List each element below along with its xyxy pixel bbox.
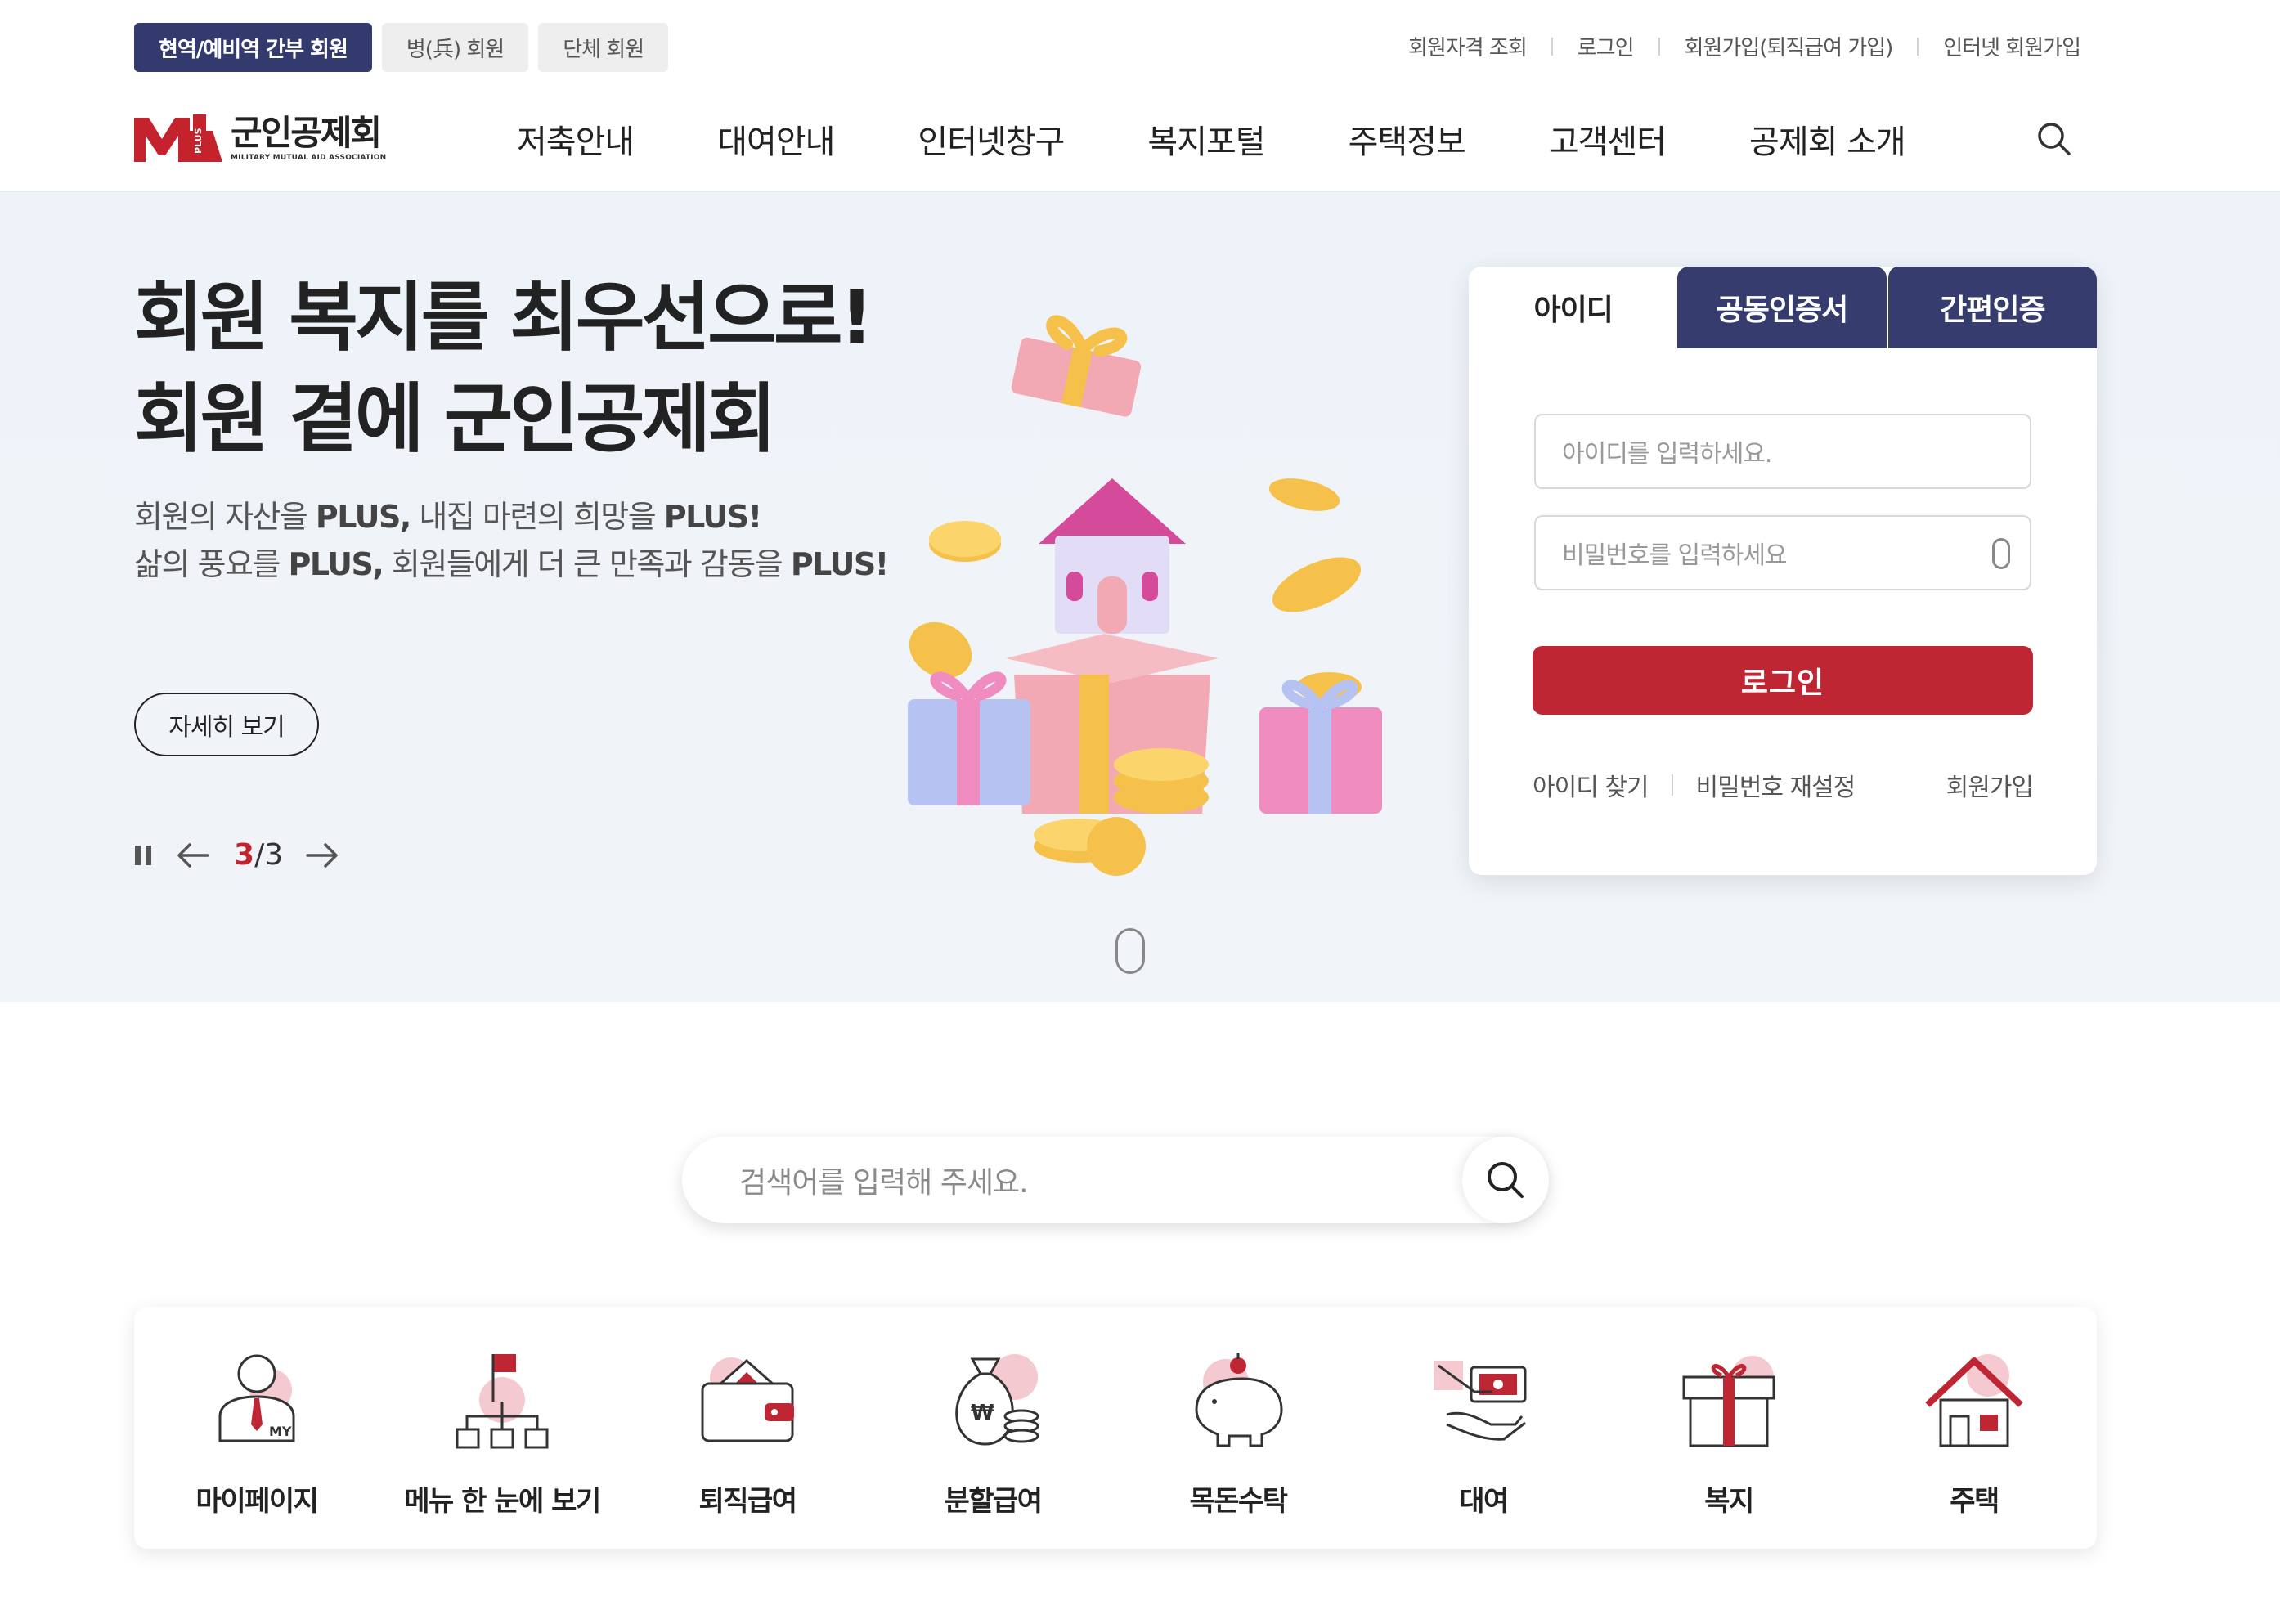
slide-pager: 3/3 (234, 838, 284, 872)
site-logo[interactable]: PLUS 군인공제회 MILITARY MUTUAL AID ASSOCIATI… (134, 114, 386, 162)
nav-about[interactable]: 공제회 소개 (1749, 114, 1906, 164)
nav-savings[interactable]: 저축안내 (517, 114, 635, 164)
password-placeholder: 비밀번호를 입력하세요 (1562, 541, 1788, 570)
member-tab-soldier[interactable]: 병(兵) 회원 (381, 23, 529, 72)
quick-item-loan[interactable]: 대여 (1361, 1307, 1606, 1549)
find-id-link[interactable]: 아이디 찾기 (1533, 767, 1649, 803)
house-icon (1925, 1354, 2023, 1447)
quick-label: 분할급여 (944, 1485, 1043, 1518)
login-panel: 아이디 공동인증서 간편인증 아이디를 입력하세요. 비밀번호를 입력하세요 로… (1469, 267, 2097, 875)
site-search[interactable]: 검색어를 입력해 주세요. (682, 1137, 1549, 1223)
password-input[interactable]: 비밀번호를 입력하세요 (1534, 515, 2031, 590)
pager-total: 3 (264, 838, 284, 872)
sitemap-icon (456, 1354, 549, 1449)
money-bag-icon: ₩ (955, 1354, 1039, 1446)
quick-item-installment[interactable]: ₩ 분할급여 (870, 1307, 1115, 1549)
tab-id-login[interactable]: 아이디 (1469, 267, 1678, 348)
member-tab-officer[interactable]: 현역/예비역 간부 회원 (134, 23, 372, 72)
membership-check-link[interactable]: 회원자격 조회 (1408, 31, 1528, 61)
svg-text:PLUS: PLUS (193, 128, 204, 154)
logo-name: 군인공제회 (231, 112, 382, 153)
internet-join-link[interactable]: 인터넷 회원가입 (1943, 31, 2081, 61)
pager-current: 3 (234, 838, 255, 872)
hero-sub-text: 삶의 풍요를 (134, 546, 289, 582)
search-button[interactable] (1462, 1137, 1549, 1223)
nav-loans[interactable]: 대여안내 (717, 114, 835, 164)
tab-simple-auth[interactable]: 간편인증 (1886, 267, 2097, 348)
quick-item-mypage[interactable]: MY 마이페이지 (134, 1307, 379, 1549)
loan-hand-icon (1434, 1361, 1527, 1441)
quick-label: 대여 (1459, 1485, 1509, 1518)
nav-welfare-portal[interactable]: 복지포털 (1147, 114, 1265, 164)
login-button[interactable]: 로그인 (1533, 646, 2033, 715)
search-icon (1488, 1162, 1524, 1198)
hero-title-bold-2: 군인공제회 (443, 375, 777, 463)
hero-subtitle: 회원의 자산을 PLUS, 내집 마련의 희망을 PLUS! 삶의 풍요를 PL… (134, 493, 889, 588)
svg-text:₩: ₩ (971, 1401, 994, 1425)
hero-title-rest-2: 회원 곁에 (134, 375, 444, 463)
slider-controls: 3/3 (132, 838, 340, 872)
scroll-down-icon[interactable] (1115, 928, 1145, 974)
login-link[interactable]: 로그인 (1578, 31, 1635, 61)
quick-label: 퇴직급여 (698, 1485, 797, 1518)
gift-icon (1682, 1356, 1775, 1447)
hero-title-rest-1: 를 최우선으로! (420, 274, 874, 361)
hero-sub-text: 회원들에게 더 큰 만족과 감동을 (383, 546, 791, 582)
quick-item-welfare[interactable]: 복지 (1606, 1307, 1851, 1549)
logo-subtitle: MILITARY MUTUAL AID ASSOCIATION (231, 153, 387, 162)
quick-item-retirement[interactable]: 퇴직급여 (625, 1307, 870, 1549)
quick-item-sitemap[interactable]: 메뉴 한 눈에 보기 (379, 1307, 625, 1549)
main-navigation: 저축안내 대여안내 인터넷창구 복지포털 주택정보 고객센터 공제회 소개 (517, 114, 1906, 164)
show-password-icon[interactable] (1992, 538, 2010, 569)
nav-housing[interactable]: 주택정보 (1349, 114, 1466, 164)
search-input[interactable]: 검색어를 입력해 주세요. (739, 1137, 1029, 1223)
hero-sub-bold: PLUS, (288, 546, 384, 582)
hero-title-bold-1: 회원 복지 (134, 274, 424, 361)
arrow-left-icon[interactable] (175, 841, 211, 870)
wallet-icon (701, 1357, 794, 1442)
utility-links: 회원자격 조회 로그인 회원가입(퇴직급여 가입) 인터넷 회원가입 (1408, 31, 2081, 61)
svg-text:MY: MY (269, 1424, 292, 1439)
member-type-tabs: 현역/예비역 간부 회원 병(兵) 회원 단체 회원 (134, 23, 669, 72)
quick-label: 마이페이지 (195, 1485, 319, 1518)
quick-menu: MY 마이페이지 메뉴 한 눈에 보기 퇴직급여 ₩ 분할급여 목돈수탁 대여 … (134, 1307, 2097, 1549)
hero-sub-bold: PLUS! (790, 546, 889, 582)
gift-house-illustration (908, 315, 1382, 876)
hero-sub-bold: PLUS, (315, 499, 411, 535)
hero-sub-bold: PLUS! (663, 499, 762, 535)
divider (1658, 37, 1660, 56)
quick-label: 목돈수탁 (1189, 1485, 1288, 1518)
login-links: 아이디 찾기 비밀번호 재설정 회원가입 (1533, 767, 2034, 803)
quick-item-lump-sum[interactable]: 목돈수탁 (1115, 1307, 1361, 1549)
divider (1551, 37, 1553, 56)
nav-internet-window[interactable]: 인터넷창구 (918, 114, 1065, 164)
my-page-icon: MY (218, 1354, 295, 1442)
logo-mark-icon: PLUS (134, 114, 222, 162)
id-input[interactable]: 아이디를 입력하세요. (1534, 414, 2031, 489)
member-tab-group[interactable]: 단체 회원 (538, 23, 669, 72)
reset-password-link[interactable]: 비밀번호 재설정 (1696, 767, 1856, 803)
piggy-bank-icon (1195, 1353, 1283, 1447)
divider (1671, 774, 1673, 796)
login-method-tabs: 아이디 공동인증서 간편인증 (1469, 267, 2097, 348)
divider (1917, 37, 1919, 56)
quick-label: 주택 (1950, 1485, 1999, 1518)
search-icon[interactable] (2035, 119, 2074, 159)
join-retirement-link[interactable]: 회원가입(퇴직급여 가입) (1685, 31, 1894, 61)
more-details-button[interactable]: 자세히 보기 (134, 693, 319, 756)
quick-label: 메뉴 한 눈에 보기 (404, 1485, 601, 1518)
join-link[interactable]: 회원가입 (1946, 767, 2034, 803)
hero-sub-text: 회원의 자산을 (134, 499, 316, 535)
tab-certificate-login[interactable]: 공동인증서 (1677, 267, 1887, 348)
arrow-right-icon[interactable] (304, 841, 340, 870)
hero-sub-text: 내집 마련의 희망을 (410, 499, 664, 535)
pause-icon[interactable] (132, 845, 154, 866)
hero-title: 회원 복지를 최우선으로! 회원 곁에 군인공제회 (134, 267, 874, 470)
nav-customer-center[interactable]: 고객센터 (1549, 114, 1667, 164)
quick-label: 복지 (1704, 1485, 1754, 1518)
quick-item-housing[interactable]: 주택 (1851, 1307, 2097, 1549)
